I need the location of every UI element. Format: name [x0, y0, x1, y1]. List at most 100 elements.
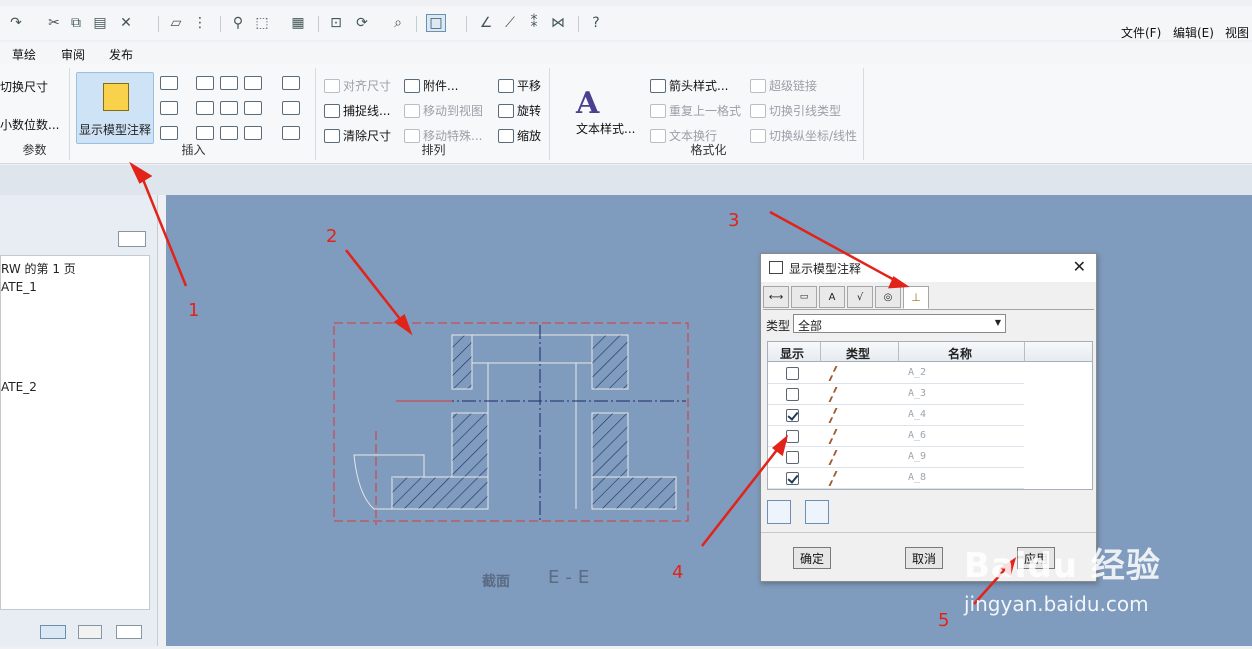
attach-button[interactable]: 附件... — [404, 77, 458, 94]
align-dims-button[interactable]: 对齐尺寸 — [324, 77, 391, 94]
select-box-icon[interactable]: ⬚ — [252, 14, 272, 32]
snap-line-button[interactable]: 捕捉线... — [324, 102, 390, 119]
ordinate-icon[interactable] — [160, 126, 178, 140]
table-row[interactable]: A_8 — [768, 468, 1024, 489]
tab-publish[interactable]: 发布 — [109, 46, 133, 63]
ribbon-tabs: 草绘 审阅 发布 — [0, 42, 1252, 64]
dialog-titlebar: 显示模型注释 ✕ — [761, 254, 1096, 282]
tab-dimensions[interactable]: ⟷ — [763, 286, 789, 308]
paste-icon[interactable]: ▤ — [90, 14, 110, 32]
ordinate-dim-icon[interactable] — [244, 76, 262, 90]
datum-axis-icon — [828, 387, 840, 402]
dimension-icon[interactable] — [160, 76, 178, 90]
ok-button[interactable]: 确定 — [793, 547, 831, 569]
show-checkbox[interactable] — [786, 472, 799, 485]
help-icon[interactable]: ? — [586, 14, 606, 32]
tab-sketch[interactable]: 草绘 — [12, 46, 36, 63]
chamfer-icon[interactable] — [282, 101, 300, 115]
text-style-button[interactable]: 文本样式... — [576, 120, 635, 137]
toggle-leader-button[interactable]: 切换引线类型 — [750, 102, 841, 119]
text-style-icon[interactable]: A — [576, 86, 599, 121]
annotation-name: A_8 — [908, 472, 927, 483]
datum-tab-icon: ⊥ — [911, 291, 921, 304]
show-checkbox[interactable] — [786, 430, 799, 443]
layer-icon[interactable]: ▱ — [166, 14, 186, 32]
show-checkbox[interactable] — [786, 388, 799, 401]
menu-file[interactable]: 文件(F) — [1121, 24, 1161, 41]
geometric-tolerance-icon[interactable] — [196, 101, 214, 115]
datum-target-icon[interactable] — [196, 126, 214, 140]
select-all-icon[interactable] — [767, 500, 791, 524]
tab-notes[interactable]: A — [819, 286, 845, 308]
datum-feature-icon[interactable] — [282, 126, 300, 140]
group-label-params: 参数 — [22, 143, 47, 157]
surface-finish-icon[interactable] — [220, 76, 238, 90]
note-icon[interactable] — [196, 76, 214, 90]
menu-edit[interactable]: 编辑(E) — [1173, 24, 1214, 41]
layer-tree-icon[interactable] — [40, 625, 66, 639]
weld-icon[interactable] — [220, 126, 238, 140]
tolerance-icon[interactable] — [244, 101, 262, 115]
column-header-show: 显示 — [780, 347, 805, 361]
tree-icon[interactable]: ⋮ — [190, 14, 210, 32]
baseline-icon[interactable] — [160, 101, 178, 115]
copy-icon[interactable]: ⧉ — [66, 14, 86, 32]
rotate-button[interactable]: 旋转 — [498, 102, 541, 119]
show-menu-icon[interactable] — [116, 625, 142, 639]
refresh-icon[interactable]: ⟳ — [352, 14, 372, 32]
tab-review[interactable]: 审阅 — [61, 46, 85, 63]
deselect-all-icon[interactable] — [805, 500, 829, 524]
toolbar-separator — [466, 16, 467, 32]
tree-item[interactable]: RW 的第 1 页 — [1, 260, 76, 277]
decimals-button[interactable]: 小数位数... — [0, 116, 59, 133]
sheet-icon[interactable]: ▦ — [288, 14, 308, 32]
switch-dim-button[interactable]: 切换尺寸 — [0, 78, 48, 95]
menu-view[interactable]: 视图 — [1225, 24, 1249, 41]
display-style-icon[interactable]: □ — [426, 14, 446, 32]
show-model-annotations-dialog: 显示模型注释 ✕ ⟷ ▭ A √ ◎ ⊥ 类型 全部 ▼ 显示 类型 名称 A_… — [760, 253, 1097, 582]
csys-icon[interactable]: ⋈ — [548, 14, 568, 32]
cut-icon[interactable]: ✂ — [44, 14, 64, 32]
table-row[interactable]: A_4 — [768, 405, 1024, 426]
arrow-style-button[interactable]: 箭头样式... — [650, 77, 728, 94]
table-header: 显示 类型 名称 — [768, 342, 1092, 362]
cancel-button[interactable]: 取消 — [905, 547, 943, 569]
show-checkbox[interactable] — [786, 409, 799, 422]
move-button[interactable]: 平移 — [498, 77, 541, 94]
show-checkbox[interactable] — [786, 367, 799, 380]
tab-symbols[interactable]: ◎ — [875, 286, 901, 308]
align-icon — [324, 78, 340, 93]
balloon-icon[interactable] — [244, 126, 262, 140]
table-row[interactable]: A_9 — [768, 447, 1024, 468]
symbol-icon[interactable] — [220, 101, 238, 115]
tree-settings-icon[interactable] — [118, 231, 146, 247]
group-label-arrange: 排列 — [421, 143, 446, 157]
zoom-window-icon[interactable]: ⊡ — [326, 14, 346, 32]
show-checkbox[interactable] — [786, 451, 799, 464]
tab-datums[interactable]: ⊥ — [903, 286, 929, 309]
table-row[interactable]: A_3 — [768, 384, 1024, 405]
tree-item[interactable]: ATE_2 — [1, 380, 37, 394]
datum-point-icon[interactable]: ⁑ — [524, 14, 544, 32]
tab-gtol[interactable]: ▭ — [791, 286, 817, 308]
redo-icon[interactable]: ↷ — [6, 14, 26, 32]
datum-plane-icon[interactable]: ∠ — [476, 14, 496, 32]
repeat-format-button[interactable]: 重复上一格式 — [650, 102, 741, 119]
tab-surface-finish[interactable]: √ — [847, 286, 873, 308]
zoom-icon[interactable]: ⌕ — [388, 14, 408, 32]
dialog-divider — [761, 532, 1096, 533]
type-select[interactable]: 全部 ▼ — [793, 314, 1006, 333]
reference-dim-icon[interactable] — [282, 76, 300, 90]
table-row[interactable]: A_2 — [768, 363, 1024, 384]
datum-axis-icon[interactable]: ⟋ — [500, 14, 520, 32]
hyperlink-button[interactable]: 超级链接 — [750, 77, 817, 94]
delete-icon[interactable]: ✕ — [116, 14, 136, 32]
table-row[interactable]: A_6 — [768, 426, 1024, 447]
tree-item[interactable]: ATE_1 — [1, 280, 37, 294]
find-icon[interactable]: ⚲ — [228, 14, 248, 32]
move-to-view-button[interactable]: 移动到视图 — [404, 102, 483, 119]
tools-icon[interactable] — [78, 625, 102, 639]
group-params: 切换尺寸 小数位数... 参数 — [0, 68, 70, 160]
close-icon[interactable]: ✕ — [1073, 257, 1086, 276]
show-model-annotations-button[interactable]: 显示模型注释 — [76, 72, 154, 144]
